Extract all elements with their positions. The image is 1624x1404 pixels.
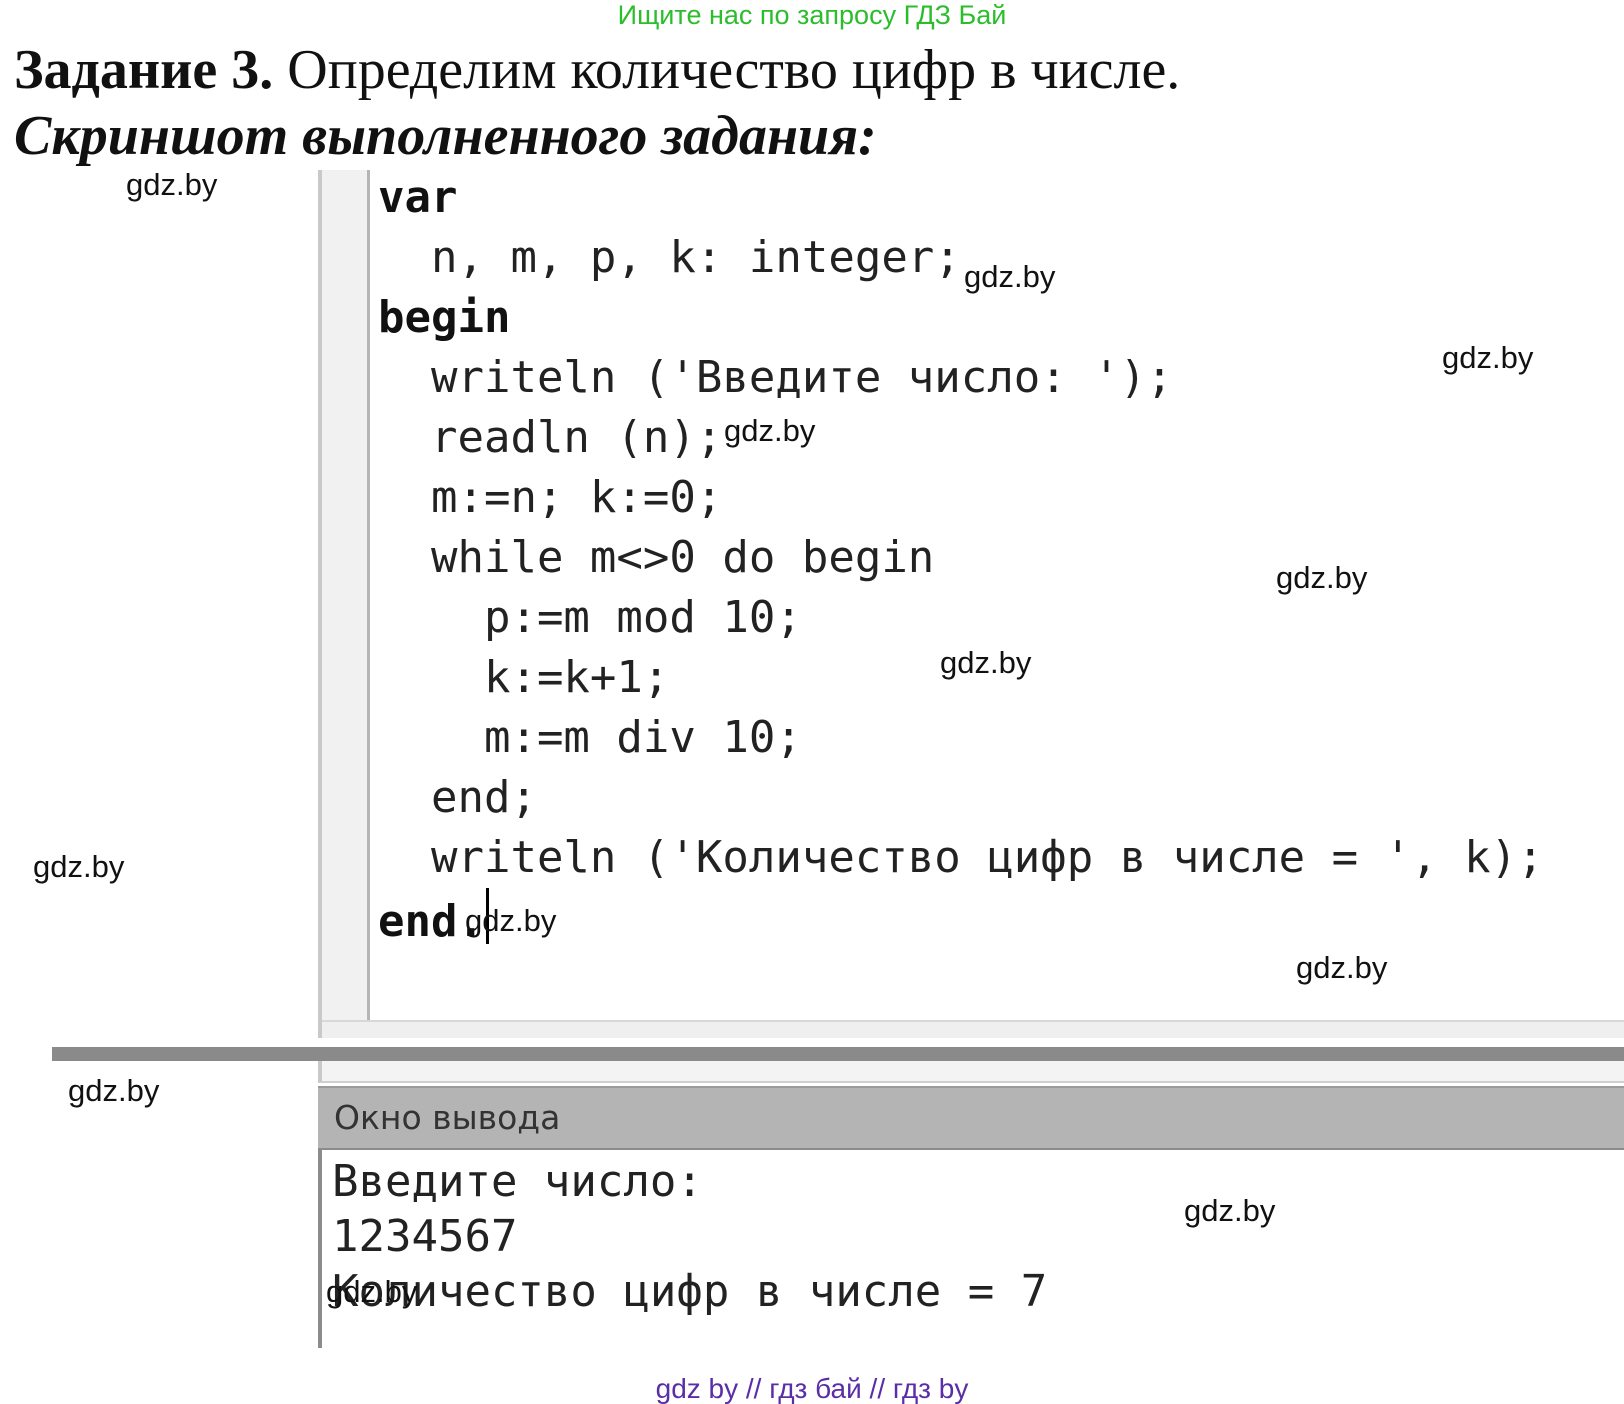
watermark: gdz.by [33,849,125,884]
code-line: writeln ('Введите число: '); [378,352,1173,403]
watermark: gdz.by [1276,560,1368,595]
code-listing[interactable]: var n, m, p, k: integer; begin writeln ('… [378,168,1544,948]
code-line: m:=m div 10; [378,712,802,763]
output-text: Введите число: 1234567 Количество цифр в ч… [332,1154,1047,1319]
output-window-title: Окно вывода [334,1098,561,1137]
editor-bottom-area [322,1020,1624,1038]
code-line: p:=m mod 10; [378,592,802,643]
code-line: writeln ('Количество цифр в числе = ', k… [378,832,1544,883]
watermark: gdz.by [68,1073,160,1108]
code-line: m:=n; k:=0; [378,472,723,523]
footer-watermark: gdz by // гдз бай // гдз by [655,1373,969,1404]
output-window[interactable]: Введите число: 1234567 Количество цифр в ч… [318,1148,1624,1348]
screenshot-caption: Скриншот выполненного задания: [14,105,877,167]
editor-panel-separator [318,1061,1624,1083]
code-line: var [378,168,1544,228]
watermark: gdz.by [724,413,816,448]
code-line: while m<>0 do begin [378,532,935,583]
output-line: Количество цифр в числе = 7 [332,1266,1048,1317]
watermark: gdz.by [1184,1193,1276,1228]
editor-horizontal-scrollbar[interactable] [52,1047,1624,1061]
code-token: var [378,172,458,223]
code-token: begin [378,292,511,343]
top-banner: Ищите нас по запросу ГДЗ Бай [617,0,1007,30]
code-line: begin [378,288,1544,348]
watermark: gdz.by [126,167,218,202]
output-window-header: Окно вывода [318,1086,1624,1148]
task-label: Задание 3. [14,39,274,101]
watermark: gdz.by [964,259,1056,294]
output-line: Введите число: [332,1156,703,1207]
code-line: n, m, p, k: integer; [378,232,961,283]
watermark: gdz.by [940,645,1032,680]
code-line: readln (n); [378,412,723,463]
watermark: gdz.by [1442,340,1534,375]
task-heading: Задание 3. Определим количество цифр в ч… [14,38,1180,102]
watermark: gdz.by [326,1274,418,1309]
watermark: gdz.by [1296,950,1388,985]
editor-gutter [322,170,370,1020]
watermark: gdz.by [465,903,557,938]
code-line: end; [378,772,537,823]
output-line: 1234567 [332,1211,518,1262]
task-text: Определим количество цифр в числе. [287,39,1181,101]
